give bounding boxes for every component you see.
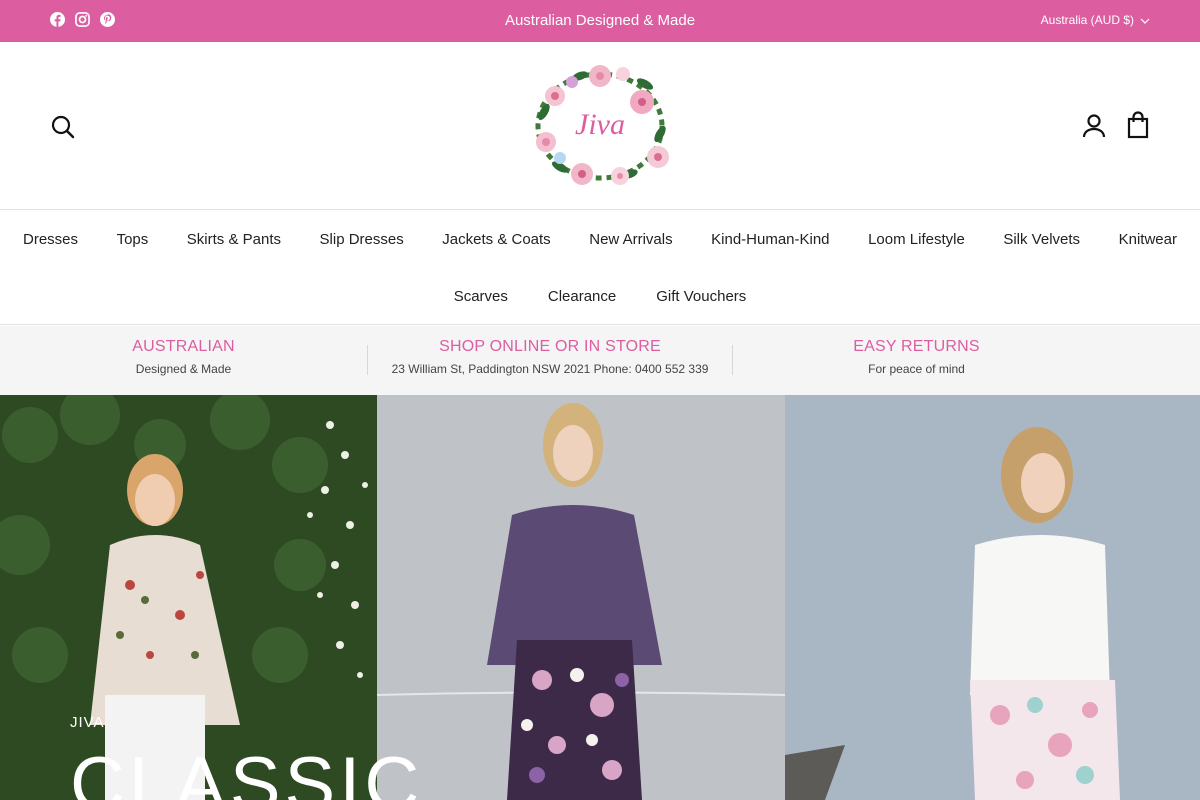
bag-icon: [1127, 111, 1149, 139]
nav-item-scarves[interactable]: Scarves: [454, 288, 508, 305]
site-logo[interactable]: Jiva: [520, 62, 680, 190]
usp-item-store: SHOP ONLINE OR IN STORE 23 William St, P…: [367, 338, 733, 376]
locale-label: Australia (AUD $): [1040, 13, 1134, 27]
announcement-message: Australian Designed & Made: [504, 12, 696, 29]
nav-item-skirts-and-pants[interactable]: Skirts & Pants: [187, 231, 281, 248]
nav-item-silk-velvets[interactable]: Silk Velvets: [1003, 231, 1080, 248]
hero-title: CLASSIC: [70, 742, 424, 800]
nav-item-knitwear[interactable]: Knitwear: [1119, 231, 1177, 248]
usp-title: AUSTRALIAN: [132, 338, 235, 355]
chevron-down-icon: [1140, 13, 1150, 27]
nav-item-loom-lifestyle[interactable]: Loom Lifestyle: [868, 231, 965, 248]
usp-bar: AUSTRALIAN Designed & Made SHOP ONLINE O…: [0, 326, 1200, 395]
search-button[interactable]: [50, 114, 76, 140]
logo-text: Jiva: [575, 108, 625, 141]
nav-item-new-arrivals[interactable]: New Arrivals: [589, 231, 672, 248]
nav-item-dresses[interactable]: Dresses: [23, 231, 78, 248]
hero-image-floral-shirt: [0, 395, 377, 800]
announcement-bar: Australian Designed & Made Australia (AU…: [0, 0, 1200, 42]
locale-selector[interactable]: Australia (AUD $): [1041, 13, 1150, 27]
hero-banner[interactable]: JIVA CLASSIC: [0, 395, 1200, 800]
hero-image-white-shirt: [785, 395, 1200, 800]
usp-item-returns: EASY RETURNS For peace of mind: [733, 326, 1100, 395]
nav-item-gift-vouchers[interactable]: Gift Vouchers: [656, 288, 746, 305]
nav-item-tops[interactable]: Tops: [117, 231, 149, 248]
nav-row-secondary: Scarves Clearance Gift Vouchers: [0, 288, 1200, 305]
search-icon: [51, 115, 75, 139]
hero-kicker: JIVA: [70, 714, 105, 731]
usp-title: SHOP ONLINE OR IN STORE: [439, 338, 661, 355]
main-navigation: Dresses Tops Skirts & Pants Slip Dresses Jac…: [0, 211, 1200, 325]
nav-item-clearance[interactable]: Clearance: [548, 288, 616, 305]
usp-item-australian: AUSTRALIAN Designed & Made: [0, 326, 367, 395]
site-header: Jiva: [0, 42, 1200, 210]
hero-image-purple-shirt: [377, 395, 785, 800]
cart-button[interactable]: [1125, 110, 1153, 140]
usp-title: EASY RETURNS: [853, 338, 980, 355]
nav-item-kind-human-kind[interactable]: Kind-Human-Kind: [711, 231, 829, 248]
account-icon: [1082, 114, 1106, 138]
nav-item-slip-dresses[interactable]: Slip Dresses: [320, 231, 404, 248]
nav-row-primary: Dresses Tops Skirts & Pants Slip Dresses Jac…: [0, 231, 1200, 248]
usp-subtitle: Designed & Made: [135, 362, 232, 376]
nav-item-jackets-and-coats[interactable]: Jackets & Coats: [442, 231, 550, 248]
account-button[interactable]: [1080, 112, 1108, 140]
usp-subtitle: For peace of mind: [868, 362, 965, 376]
usp-subtitle: 23 William St, Paddington NSW 2021 Phone…: [391, 362, 709, 376]
